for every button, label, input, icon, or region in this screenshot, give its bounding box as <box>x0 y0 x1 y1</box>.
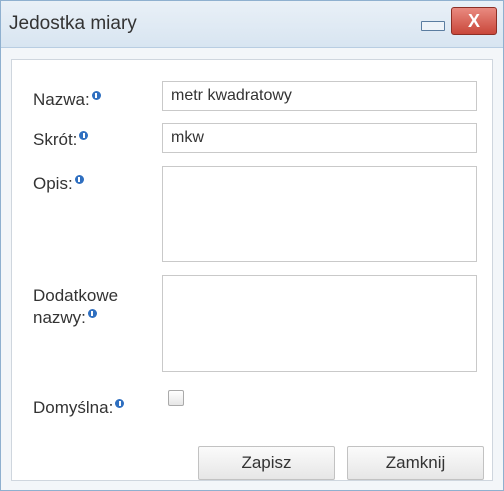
save-button[interactable]: Zapisz <box>198 446 335 480</box>
close-icon[interactable]: X <box>451 7 497 35</box>
opis-textarea[interactable] <box>162 166 477 262</box>
nazwa-label-text: Nazwa: <box>33 90 90 109</box>
skrot-input[interactable] <box>162 123 477 153</box>
dialog-title: Jedostka miary <box>9 13 137 34</box>
info-icon[interactable] <box>87 309 97 318</box>
skrot-label-text: Skrót: <box>33 130 78 149</box>
dodatkowe-nazwy-label-text: Dodatkowe nazwy: <box>33 286 119 327</box>
dodatkowe-nazwy-label: Dodatkowe nazwy: <box>33 285 118 329</box>
info-icon[interactable] <box>79 131 89 140</box>
opis-label-text: Opis: <box>33 174 73 193</box>
minimize-icon[interactable] <box>421 21 445 31</box>
unit-dialog: Jedostka miary X Nazwa: Skrót: Opis: Dod… <box>0 0 504 491</box>
dialog-titlebar[interactable]: Jedostka miary X <box>1 1 503 48</box>
info-icon[interactable] <box>74 175 84 184</box>
nazwa-input[interactable] <box>162 81 477 111</box>
opis-label: Opis: <box>33 173 84 195</box>
dodatkowe-nazwy-textarea[interactable] <box>162 275 477 372</box>
domyslna-checkbox[interactable] <box>168 390 184 406</box>
info-icon[interactable] <box>115 399 125 408</box>
close-button[interactable]: Zamknij <box>347 446 484 480</box>
info-icon[interactable] <box>91 91 101 100</box>
domyslna-label: Domyślna: <box>33 397 125 419</box>
skrot-label: Skrót: <box>33 129 89 151</box>
nazwa-label: Nazwa: <box>33 89 101 111</box>
domyslna-label-text: Domyślna: <box>33 398 114 417</box>
